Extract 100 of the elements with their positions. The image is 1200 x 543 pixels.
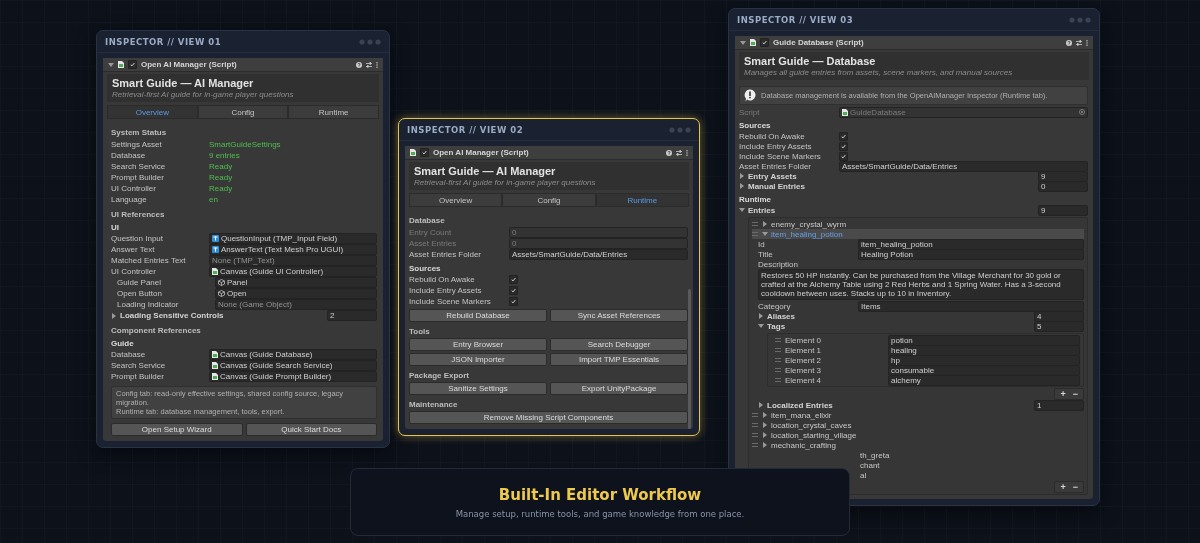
editor-button[interactable]: Sanitize Settings: [409, 382, 547, 395]
checkbox[interactable]: [760, 38, 769, 47]
object-field[interactable]: Panel: [215, 277, 377, 288]
sliders-icon[interactable]: [1076, 39, 1082, 46]
editor-button[interactable]: Sync Asset References: [550, 309, 688, 322]
caret-icon[interactable]: [739, 173, 745, 179]
entry-label[interactable]: th_greta: [860, 450, 890, 460]
number-field[interactable]: 4: [1034, 310, 1084, 322]
caret-icon[interactable]: [758, 313, 764, 319]
object-field[interactable]: Open: [215, 288, 377, 299]
tab[interactable]: Overview: [409, 193, 503, 207]
text-field[interactable]: alchemy: [888, 374, 1080, 386]
text-field[interactable]: Assets/SmartGuide/Data/Entries: [509, 249, 688, 260]
object-field[interactable]: AnswerText (Text Mesh Pro UGUI): [209, 244, 377, 255]
grip-icon[interactable]: [775, 378, 781, 382]
editor-button[interactable]: Rebuild Database: [409, 309, 547, 322]
caret-icon[interactable]: [762, 432, 768, 438]
caret-icon[interactable]: [739, 207, 745, 213]
number-field[interactable]: 0: [1038, 180, 1088, 192]
help-icon[interactable]: [1066, 39, 1072, 46]
list-button[interactable]: −: [1070, 482, 1080, 492]
grip-icon[interactable]: [752, 222, 758, 226]
grip-icon[interactable]: [775, 368, 781, 372]
checkbox[interactable]: [509, 275, 518, 284]
caret-icon[interactable]: [739, 183, 745, 189]
editor-button[interactable]: Entry Browser: [409, 338, 547, 351]
object-field[interactable]: None (Game Object): [215, 299, 377, 310]
grip-icon[interactable]: [752, 232, 758, 236]
number-field[interactable]: 1: [1034, 399, 1084, 411]
caret-icon[interactable]: [758, 402, 764, 408]
checkbox[interactable]: [839, 151, 848, 161]
text-field[interactable]: hp: [888, 354, 1080, 366]
caret-icon[interactable]: [111, 312, 117, 319]
list-button[interactable]: −: [1070, 389, 1080, 399]
tab[interactable]: Overview: [107, 105, 198, 119]
tab[interactable]: Runtime: [595, 193, 689, 207]
grip-icon[interactable]: [752, 443, 758, 447]
editor-button[interactable]: Open Setup Wizard: [111, 423, 243, 436]
text-field[interactable]: item_healing_potion: [858, 238, 1084, 250]
number-field[interactable]: 5: [1034, 320, 1084, 332]
entry-label[interactable]: al: [860, 470, 867, 480]
editor-button[interactable]: Export UnityPackage: [550, 382, 688, 395]
text-field[interactable]: consumable: [888, 364, 1080, 376]
caret-icon[interactable]: [762, 422, 768, 428]
checkbox[interactable]: [839, 131, 848, 141]
checkbox[interactable]: [839, 141, 848, 151]
entry-label[interactable]: item_mana_elixir: [771, 410, 832, 420]
caret-icon[interactable]: [762, 231, 768, 237]
editor-button[interactable]: Quick Start Docs: [245, 423, 377, 436]
number-field[interactable]: 9: [1038, 170, 1088, 182]
caret-icon[interactable]: [740, 39, 746, 46]
number-field[interactable]: 2: [327, 310, 377, 321]
caret-icon[interactable]: [762, 442, 768, 448]
caret-icon[interactable]: [108, 61, 114, 68]
object-field[interactable]: Canvas (Guide Prompt Builder): [209, 371, 377, 382]
text-field[interactable]: Items: [858, 300, 1084, 312]
editor-button[interactable]: Import TMP Essentials: [550, 353, 688, 366]
sliders-icon[interactable]: [366, 61, 372, 68]
text-area[interactable]: Restores 50 HP instantly. Can be purchased from the Village Merchant for 30 gold or crafted at the Alchemy Table using 2 Red Herbs and 1 Spring Water. Has a 3-second cooldown between uses. Stacks up to 10 in Inventory.: [758, 269, 1084, 300]
object-field[interactable]: Canvas (Guide UI Controller): [209, 266, 377, 277]
grip-icon[interactable]: [775, 348, 781, 352]
grip-icon[interactable]: [752, 423, 758, 427]
object-field[interactable]: Canvas (Guide Database): [209, 349, 377, 360]
entry-label[interactable]: enemy_crystal_wyrm: [771, 219, 847, 229]
list-button[interactable]: +: [1058, 389, 1068, 399]
text-field[interactable]: Healing Potion: [858, 248, 1084, 260]
text-field[interactable]: potion: [888, 334, 1080, 346]
object-field[interactable]: None (TMP_Text): [209, 255, 377, 266]
caret-icon[interactable]: [762, 412, 768, 418]
entry-label[interactable]: location_starting_village: [771, 430, 857, 440]
help-icon[interactable]: [356, 61, 362, 68]
caret-icon[interactable]: [762, 221, 768, 227]
checkbox[interactable]: [509, 297, 518, 306]
list-button[interactable]: +: [1058, 482, 1068, 492]
entry-label[interactable]: location_crystal_caves: [771, 420, 852, 430]
help-icon[interactable]: [666, 149, 672, 156]
scrollbar[interactable]: [688, 289, 691, 429]
sliders-icon[interactable]: [676, 149, 682, 156]
checkbox[interactable]: [420, 148, 429, 157]
object-field[interactable]: QuestionInput (TMP_Input Field): [209, 233, 377, 244]
text-field[interactable]: Assets/SmartGuide/Data/Entries: [839, 160, 1088, 172]
editor-button[interactable]: Remove Missing Script Components: [409, 411, 688, 424]
caret-icon[interactable]: [758, 323, 764, 329]
editor-button[interactable]: JSON Importer: [409, 353, 547, 366]
entry-label[interactable]: mechanic_crafting: [771, 440, 836, 450]
number-field[interactable]: 9: [1038, 204, 1088, 216]
tab[interactable]: Runtime: [288, 105, 379, 119]
grip-icon[interactable]: [775, 358, 781, 362]
section-heading: UI References: [111, 210, 166, 219]
tab[interactable]: Config: [502, 193, 596, 207]
object-field[interactable]: Canvas (Guide Search Service): [209, 360, 377, 371]
text-field[interactable]: healing: [888, 344, 1080, 356]
entry-label[interactable]: chant: [860, 460, 880, 470]
grip-icon[interactable]: [775, 338, 781, 342]
grip-icon[interactable]: [752, 433, 758, 437]
editor-button[interactable]: Search Debugger: [550, 338, 688, 351]
checkbox[interactable]: [128, 60, 137, 69]
grip-icon[interactable]: [752, 413, 758, 417]
checkbox[interactable]: [509, 286, 518, 295]
tab[interactable]: Config: [197, 105, 289, 119]
